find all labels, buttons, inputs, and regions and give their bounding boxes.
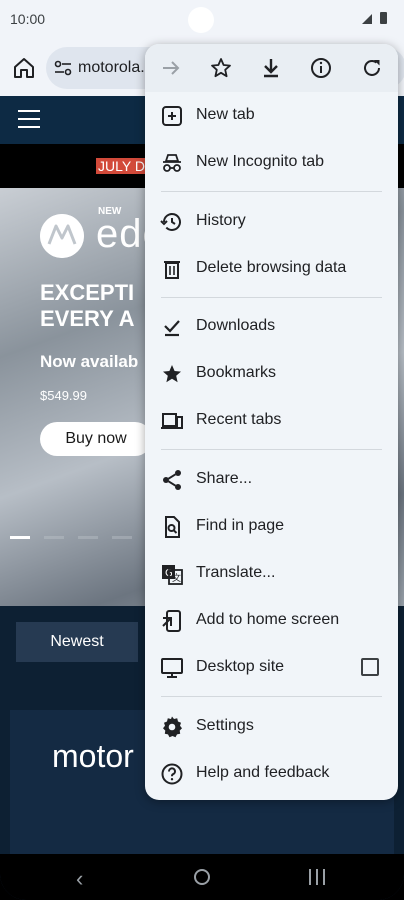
menu-item-label: Add to home screen — [196, 611, 340, 628]
buy-now-button[interactable]: Buy now — [40, 422, 152, 456]
history-icon — [160, 213, 181, 231]
menu-item-label: Settings — [196, 717, 254, 734]
incognito-icon — [163, 154, 181, 172]
signal-icon — [362, 14, 372, 24]
url-text[interactable]: motorola. — [78, 59, 145, 77]
info-icon[interactable] — [309, 56, 333, 80]
status-bar: 10:00 — [0, 0, 404, 40]
hero-headline-line-2: EVERY A — [40, 306, 135, 331]
recent-tabs-icon — [161, 413, 183, 429]
carousel-dot[interactable] — [44, 536, 64, 539]
carousel-indicators[interactable] — [10, 536, 140, 540]
battery-icon — [380, 12, 387, 24]
hamburger-menu-icon[interactable] — [18, 110, 40, 128]
menu-item-new-incognito-tab[interactable]: New Incognito tab — [145, 139, 398, 186]
status-time: 10:00 — [10, 11, 46, 27]
help-icon — [161, 763, 183, 785]
browser-overflow-menu: New tab New Incognito tab History Delete… — [145, 44, 398, 800]
carousel-dot[interactable] — [10, 536, 30, 539]
carousel-dot[interactable] — [78, 536, 98, 539]
settings-icon — [163, 716, 182, 738]
menu-item-downloads[interactable]: Downloads — [145, 303, 398, 350]
menu-item-label: Bookmarks — [196, 364, 277, 381]
menu-item-label: History — [196, 212, 246, 229]
device-screen: 10:00 motorola. JULY D NEW ede EXCEPTI E… — [0, 0, 404, 900]
star-icon — [163, 365, 181, 383]
menu-item-settings[interactable]: Settings — [145, 703, 398, 750]
menu-item-add-to-home-screen[interactable]: Add to home screen — [145, 597, 398, 644]
menu-divider — [161, 696, 382, 697]
menu-item-bookmarks[interactable]: Bookmarks — [145, 350, 398, 397]
recents-icon[interactable] — [309, 869, 327, 885]
translate-icon: G 文 — [162, 565, 183, 585]
menu-item-desktop-site[interactable]: Desktop site — [145, 644, 398, 691]
menu-item-translate[interactable]: G 文 Translate... — [145, 550, 398, 597]
price-text: $549.99 — [40, 388, 87, 403]
camera-cutout — [188, 7, 214, 33]
menu-item-label: Delete browsing data — [196, 259, 347, 276]
availability-text: Now availab — [40, 352, 139, 371]
menu-item-label: Share... — [196, 470, 253, 487]
back-icon[interactable]: ‹ — [76, 866, 83, 892]
menu-item-find-in-page[interactable]: Find in page — [145, 503, 398, 550]
downloads-check-icon — [164, 320, 180, 337]
menu-divider — [161, 191, 382, 192]
desktop-icon — [161, 658, 183, 678]
menu-item-label: Translate... — [196, 564, 276, 581]
forward-icon[interactable] — [159, 56, 183, 80]
menu-divider — [161, 297, 382, 298]
promo-text[interactable]: JULY D — [96, 158, 147, 174]
menu-item-share[interactable]: Share... — [145, 456, 398, 503]
refresh-icon[interactable] — [360, 56, 384, 80]
menu-icon-row — [145, 44, 398, 92]
bookmark-star-icon[interactable] — [209, 56, 233, 80]
menu-item-label: New tab — [196, 106, 255, 123]
download-icon[interactable] — [259, 56, 283, 80]
menu-item-label: Downloads — [196, 317, 276, 334]
system-nav-bar: ‹ — [0, 854, 404, 900]
card-title: motor — [52, 738, 134, 774]
hero-headline-line-1: EXCEPTI — [40, 280, 135, 305]
find-in-page-icon — [165, 516, 180, 538]
carousel-dot[interactable] — [112, 536, 132, 539]
motorola-logo — [40, 214, 84, 258]
menu-item-label: Recent tabs — [196, 411, 282, 428]
menu-item-new-tab[interactable]: New tab — [145, 92, 398, 139]
menu-item-history[interactable]: History — [145, 198, 398, 245]
menu-item-label: Desktop site — [196, 658, 285, 675]
menu-item-recent-tabs[interactable]: Recent tabs — [145, 397, 398, 444]
newest-tab[interactable]: Newest — [16, 622, 138, 662]
menu-item-help-and-feedback[interactable]: Help and feedback — [145, 750, 398, 797]
site-settings-icon[interactable] — [54, 59, 72, 77]
svg-text:文: 文 — [172, 572, 181, 584]
home-button-icon[interactable] — [194, 869, 210, 885]
menu-item-label: Help and feedback — [196, 764, 330, 781]
desktop-site-checkbox[interactable] — [361, 658, 379, 676]
add-to-home-icon — [162, 610, 181, 632]
trash-icon — [164, 261, 180, 279]
share-icon — [163, 470, 181, 490]
menu-item-delete-browsing-data[interactable]: Delete browsing data — [145, 245, 398, 292]
new-tab-icon — [162, 106, 182, 126]
hero-headline: EXCEPTI EVERY A — [40, 280, 135, 332]
menu-item-label: New Incognito tab — [196, 153, 325, 170]
home-icon[interactable] — [12, 56, 36, 80]
menu-item-label: Find in page — [196, 517, 285, 534]
menu-divider — [161, 449, 382, 450]
